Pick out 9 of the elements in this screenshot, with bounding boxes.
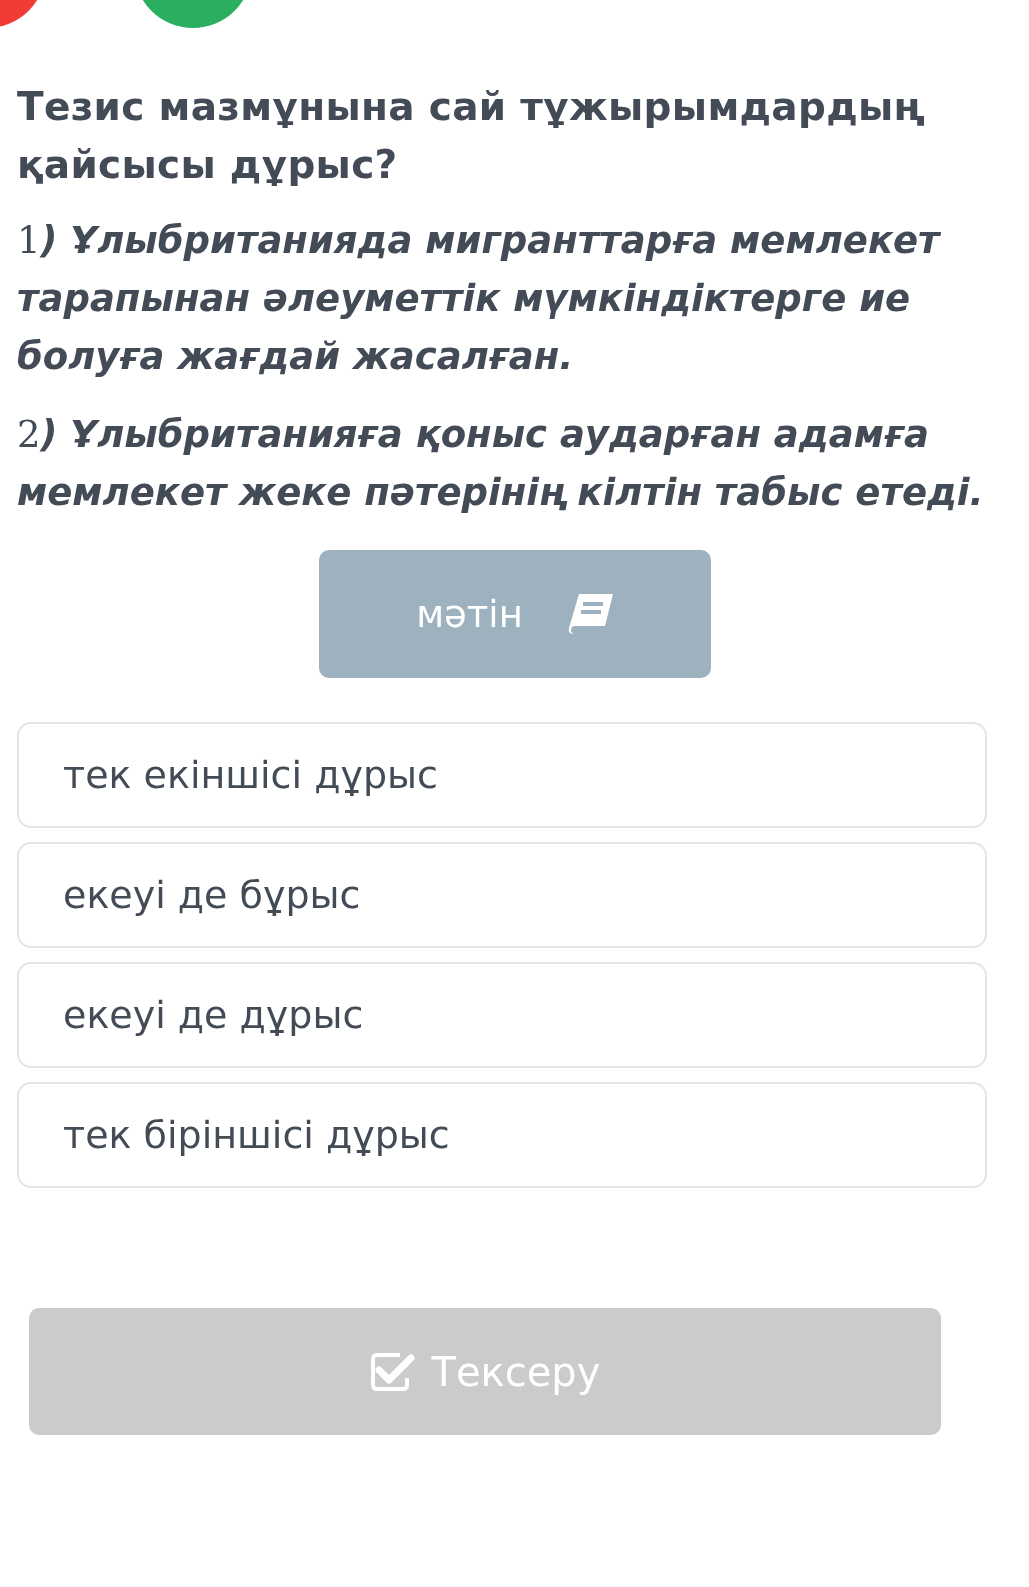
book-icon — [566, 592, 613, 636]
answer-option[interactable]: екеуі де бұрыс — [17, 842, 987, 948]
question-text: Тезис мазмұнына сай тұжырымдардың қайсысы дұрыс? — [17, 83, 927, 189]
answer-option[interactable]: тек екіншісі дұрыс — [17, 722, 987, 828]
statement-text: 1) Ұлыбританияда мигранттарға мемлекет тарапынан әлеуметтік мүмкіндіктерге ие болуға жағдай жасалған. — [17, 218, 942, 380]
answer-option[interactable]: тек біріншісі дұрыс — [17, 1082, 987, 1188]
checkbox-icon — [369, 1351, 416, 1392]
statement-text: 2) Ұлыбританияға қоныс аударған адамға мемлекет жеке пәтерінің кілтін табыс етеді. — [17, 412, 985, 516]
answer-option[interactable]: екеуі де дұрыс — [17, 962, 987, 1068]
